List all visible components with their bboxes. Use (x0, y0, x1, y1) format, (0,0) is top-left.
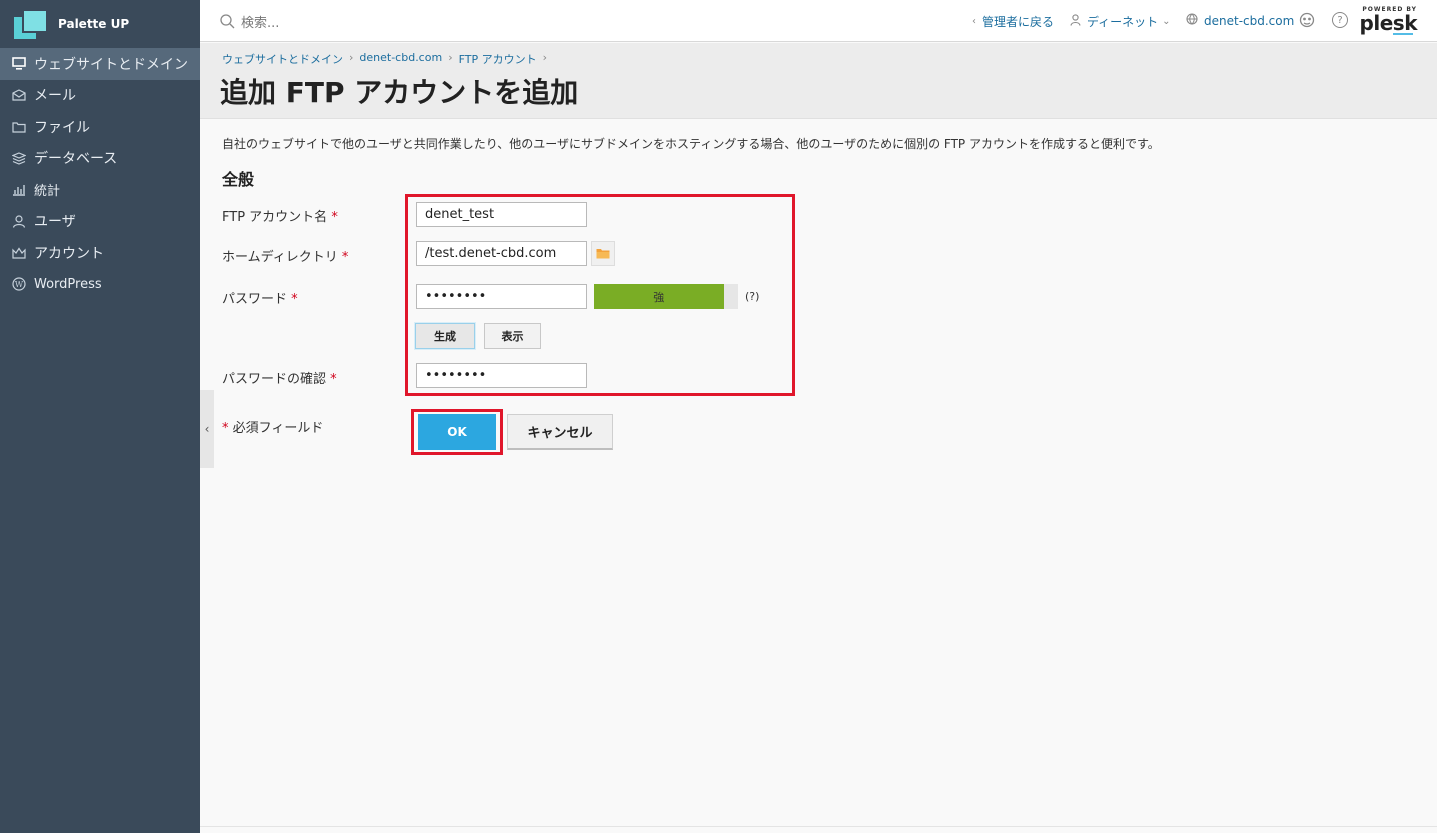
form-highlight-box (405, 194, 795, 396)
intro-text: 自社のウェブサイトで他のユーザと共同作業したり、他のユーザにサブドメインをホステ… (222, 137, 1160, 151)
sidebar-item-account[interactable]: アカウント (0, 237, 200, 269)
domain-link[interactable]: denet-cbd.com (1186, 13, 1294, 28)
user-icon (1070, 14, 1081, 29)
sidebar-item-wordpress[interactable]: W WordPress (0, 269, 200, 301)
sidebar-item-users[interactable]: ユーザ (0, 206, 200, 238)
footer-divider (200, 826, 1437, 827)
user-icon (12, 214, 26, 228)
title-band: ウェブサイトとドメイン › denet-cbd.com › FTP アカウント … (200, 43, 1437, 119)
search-icon (220, 14, 235, 29)
search-placeholder: 検索... (241, 16, 280, 31)
page-title: 追加 FTP アカウントを追加 (220, 76, 579, 109)
top-bar: 検索... ‹ 管理者に戻る ディーネット ⌄ denet-cbd.com ? … (200, 0, 1437, 42)
user-menu[interactable]: ディーネット ⌄ (1070, 13, 1171, 30)
user-name: ディーネット (1087, 15, 1159, 29)
brand-name: Palette UP (58, 17, 130, 31)
sidebar-item-label: ユーザ (34, 214, 76, 231)
sidebar-item-label: ウェブサイトとドメイン (34, 56, 188, 73)
breadcrumb-separator: › (542, 51, 547, 64)
ftp-account-label: FTP アカウント名 * (222, 210, 338, 225)
back-to-admin-label: 管理者に戻る (982, 15, 1055, 29)
required-note: * 必須フィールド (222, 421, 324, 436)
breadcrumb-item[interactable]: FTP アカウント (459, 51, 537, 67)
sidebar-item-files[interactable]: ファイル (0, 111, 200, 143)
breadcrumb: ウェブサイトとドメイン › denet-cbd.com › FTP アカウント … (222, 51, 547, 67)
sidebar-item-label: ファイル (34, 119, 90, 136)
help-icon[interactable]: ? (1332, 12, 1348, 28)
monitor-icon (12, 57, 26, 71)
sidebar-item-label: 統計 (34, 184, 61, 200)
breadcrumb-item[interactable]: ウェブサイトとドメイン (222, 51, 343, 67)
database-icon (12, 151, 26, 165)
sidebar-item-mail[interactable]: メール (0, 80, 200, 112)
breadcrumb-separator: › (349, 51, 354, 64)
crown-icon (12, 246, 26, 260)
section-title: 全般 (222, 170, 255, 189)
sidebar-item-databases[interactable]: データベース (0, 143, 200, 175)
sidebar-item-label: データベース (34, 151, 118, 168)
sidebar-item-label: アカウント (34, 245, 104, 262)
chevron-left-icon: ‹ (972, 16, 976, 27)
chevron-down-icon: ⌄ (1162, 16, 1171, 27)
globe-icon (1186, 13, 1198, 28)
sidebar-item-label: メール (34, 88, 76, 105)
sidebar-collapse-handle[interactable]: ‹ (200, 390, 214, 468)
back-to-admin-link[interactable]: ‹ 管理者に戻る (972, 13, 1054, 30)
main-content: 自社のウェブサイトで他のユーザと共同作業したり、他のユーザにサブドメインをホステ… (200, 120, 1437, 833)
extensions-icon[interactable] (1299, 12, 1315, 28)
folder-icon (12, 120, 26, 134)
home-dir-label: ホームディレクトリ * (222, 250, 349, 265)
breadcrumb-item[interactable]: denet-cbd.com (359, 51, 442, 67)
brand[interactable]: Palette UP (0, 0, 200, 48)
sidebar-item-label: WordPress (34, 276, 102, 292)
breadcrumb-separator: › (448, 51, 453, 64)
confirm-password-label: パスワードの確認 * (222, 372, 337, 387)
mail-icon (12, 88, 26, 102)
sidebar-item-websites[interactable]: ウェブサイトとドメイン (0, 48, 200, 80)
password-label: パスワード * (222, 292, 298, 307)
domain-label: denet-cbd.com (1204, 13, 1295, 28)
sidebar-item-statistics[interactable]: 統計 (0, 174, 200, 206)
bar-chart-icon (12, 183, 26, 197)
brand-logo (14, 7, 48, 41)
plesk-logo: POWERED BY plesk (1359, 6, 1418, 35)
wordpress-icon: W (12, 277, 26, 291)
cancel-button[interactable]: キャンセル (507, 414, 613, 450)
sidebar: Palette UP ウェブサイトとドメイン メール ファイル データベース 統… (0, 0, 200, 833)
search-input[interactable]: 検索... (220, 12, 279, 31)
ok-button[interactable]: OK (418, 414, 496, 450)
svg-text:W: W (15, 280, 24, 289)
